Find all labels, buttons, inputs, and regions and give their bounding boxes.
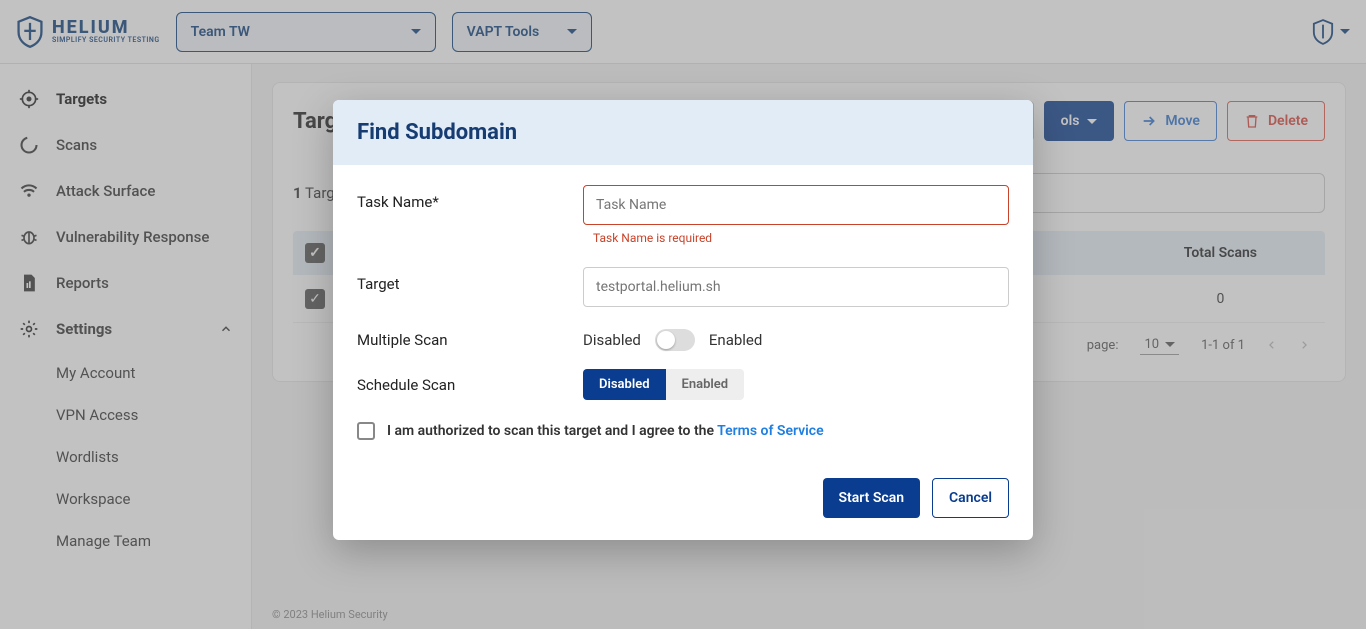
schedule-scan-label: Schedule Scan <box>357 376 583 394</box>
task-name-error: Task Name is required <box>583 231 1009 245</box>
task-name-label: Task Name* <box>357 185 583 211</box>
toggle-on-label: Enabled <box>709 331 762 349</box>
modal-header: Find Subdomain <box>333 100 1033 165</box>
target-label: Target <box>357 267 583 293</box>
toggle-off-label: Disabled <box>583 331 641 349</box>
authorize-text: I am authorized to scan this target and … <box>387 423 717 439</box>
task-name-input[interactable] <box>583 185 1009 225</box>
multiple-scan-label: Multiple Scan <box>357 331 583 349</box>
schedule-enabled-button[interactable]: Enabled <box>666 369 745 400</box>
schedule-disabled-button[interactable]: Disabled <box>583 369 666 400</box>
start-scan-button[interactable]: Start Scan <box>823 478 921 518</box>
target-input[interactable] <box>583 267 1009 307</box>
multiple-scan-toggle[interactable] <box>655 329 695 351</box>
find-subdomain-modal: Find Subdomain Task Name* Task Name is r… <box>333 100 1033 540</box>
authorize-checkbox[interactable] <box>357 422 375 440</box>
modal-title: Find Subdomain <box>357 120 1009 145</box>
authorize-row: I am authorized to scan this target and … <box>357 422 1009 440</box>
schedule-scan-segment: Disabled Enabled <box>583 369 744 400</box>
cancel-button[interactable]: Cancel <box>932 478 1009 518</box>
tos-link[interactable]: Terms of Service <box>717 423 823 439</box>
